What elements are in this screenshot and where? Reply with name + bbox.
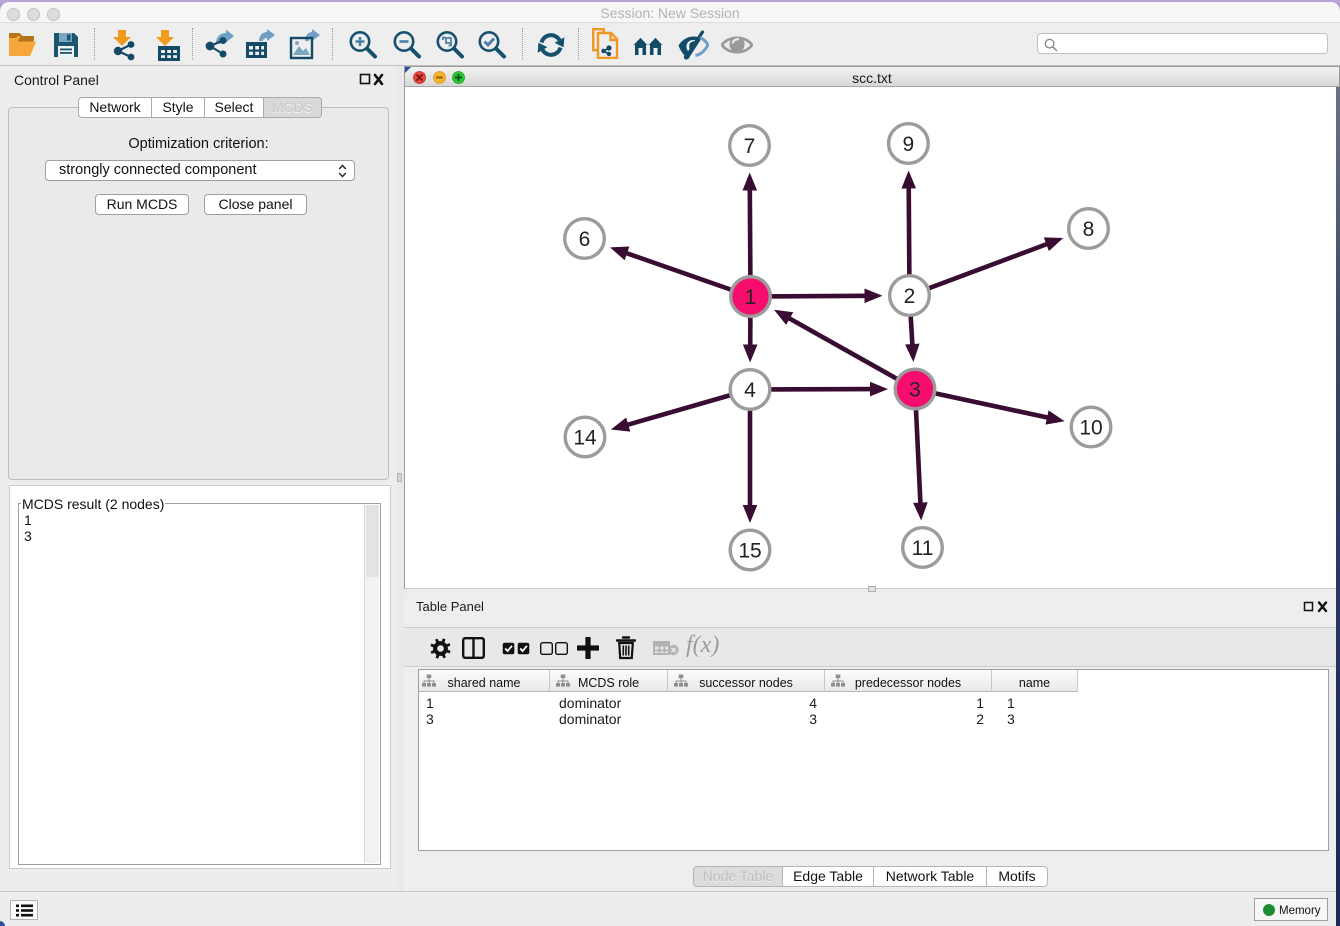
svg-text:3: 3 — [909, 379, 921, 402]
svg-text:7: 7 — [744, 135, 756, 158]
svg-text:4: 4 — [744, 379, 756, 402]
svg-text:8: 8 — [1083, 218, 1095, 241]
svg-text:9: 9 — [903, 133, 915, 156]
svg-text:15: 15 — [738, 540, 761, 563]
svg-text:10: 10 — [1079, 417, 1102, 440]
svg-text:11: 11 — [912, 537, 934, 560]
svg-text:6: 6 — [579, 228, 591, 251]
svg-text:1: 1 — [745, 286, 757, 309]
svg-text:2: 2 — [904, 285, 916, 308]
svg-text:14: 14 — [573, 427, 597, 450]
